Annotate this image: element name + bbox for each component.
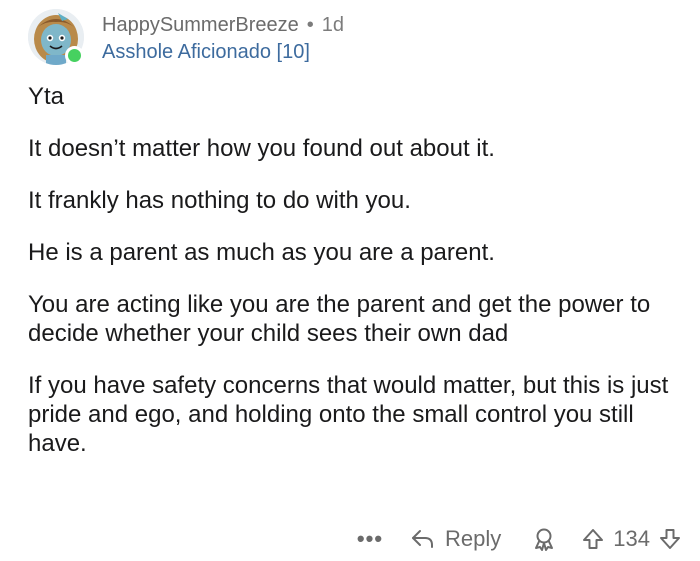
comment-body: Yta It doesn’t matter how you found out … [28, 82, 678, 481]
upvote-arrow-icon[interactable] [581, 527, 605, 551]
award-icon [535, 528, 554, 551]
downvote-arrow-icon[interactable] [658, 527, 682, 551]
comment-age: 1d [321, 14, 345, 36]
comment-paragraph: You are acting like you are the parent a… [28, 291, 651, 347]
meta-line: HappySummerBreeze • 1d [102, 12, 344, 38]
reply-button[interactable]: Reply [411, 526, 501, 552]
comment-paragraph: Yta [28, 83, 65, 110]
vote-count: 134 [613, 526, 650, 551]
avatar[interactable] [28, 9, 84, 65]
meta-separator: • [306, 14, 314, 36]
comment-paragraph: He is a parent as much as you are a pare… [28, 239, 495, 266]
online-status-indicator [65, 46, 84, 65]
more-options-icon[interactable]: ••• [357, 526, 383, 552]
user-flair: Asshole Aficionado [10] [102, 41, 310, 63]
username-link[interactable]: HappySummerBreeze [102, 12, 299, 38]
comment-header: HappySummerBreeze • 1d Asshole Aficionad… [28, 6, 344, 66]
reply-arrow-icon [412, 530, 434, 548]
comment-paragraph: If you have safety concerns that would m… [28, 372, 669, 457]
comment-paragraph: It frankly has nothing to do with you. [28, 187, 411, 214]
reply-label: Reply [445, 526, 502, 551]
award-button[interactable] [531, 526, 557, 552]
comment-paragraph: It doesn’t matter how you found out abou… [28, 135, 495, 162]
vote-controls: 134 [581, 526, 682, 552]
comment-meta: HappySummerBreeze • 1d Asshole Aficionad… [102, 6, 344, 65]
comment-actions-bar: ••• Reply 134 [357, 522, 682, 556]
